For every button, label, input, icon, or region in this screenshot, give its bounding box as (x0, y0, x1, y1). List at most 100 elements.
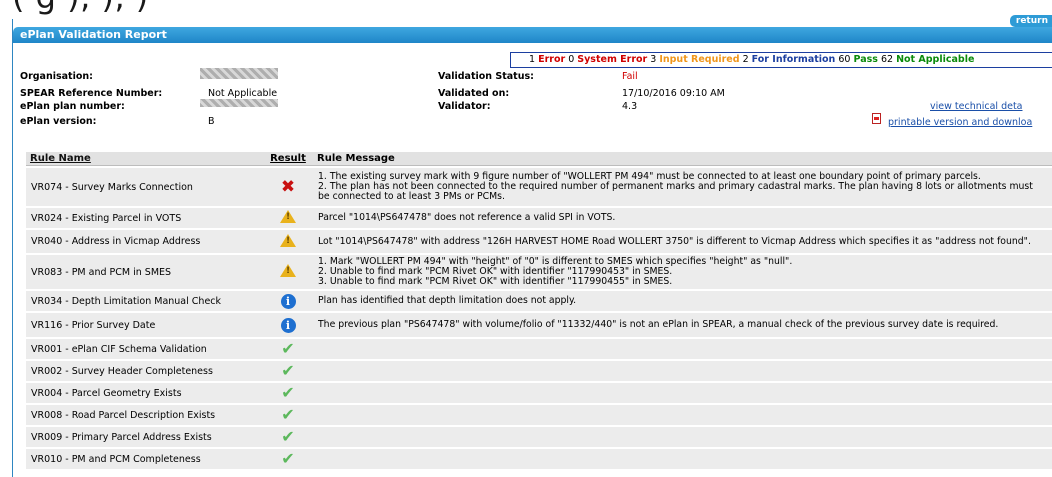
check-icon: ✔ (281, 360, 295, 380)
table-header-row: Rule Name Result Rule Message (26, 152, 1052, 166)
rule-name-header[interactable]: Rule Name (26, 152, 263, 166)
rule-message-cell (313, 361, 1052, 381)
plan-number-label: ePlan plan number: (20, 101, 125, 112)
result-cell: ✔ (263, 339, 313, 359)
rule-name-cell: VR008 - Road Parcel Description Exists (26, 405, 263, 425)
validated-on-value: 17/10/2016 09:10 AM (622, 88, 725, 99)
rule-name-cell: VR083 - PM and PCM in SMES (26, 255, 263, 289)
validation-status-value: Fail (622, 71, 638, 82)
warning-icon (280, 264, 296, 277)
rule-message-header: Rule Message (313, 152, 1052, 166)
organisation-redacted (200, 68, 278, 79)
info-icon: i (280, 317, 296, 333)
rule-message-cell: Plan has identified that depth limitatio… (313, 291, 1052, 311)
result-cell: ✔ (263, 361, 313, 381)
result-cell: ✔ (263, 427, 313, 447)
table-row: VR001 - ePlan CIF Schema Validation ✔ (26, 339, 1052, 359)
report-title-bar: ePlan Validation Report (13, 27, 1052, 43)
result-cell (263, 208, 313, 228)
table-row: VR040 - Address in Vicmap Address Lot "10… (26, 230, 1052, 253)
pass-label: Pass (853, 54, 878, 65)
rule-message-cell: The previous plan "PS647478" with volume… (313, 313, 1052, 337)
check-icon: ✔ (281, 338, 295, 358)
not-applicable-count: 62 (880, 54, 894, 65)
check-icon: ✔ (281, 448, 295, 468)
information-label: For Information (751, 54, 836, 65)
rule-message-cell: 1. Mark "WOLLERT PM 494" with "height" o… (313, 255, 1052, 289)
rule-name-cell: VR010 - PM and PCM Completeness (26, 449, 263, 469)
rule-name-cell: VR002 - Survey Header Completeness (26, 361, 263, 381)
table-row: VR010 - PM and PCM Completeness ✔ (26, 449, 1052, 469)
rules-table-body: VR074 - Survey Marks Connection ✖ 1. The e… (26, 168, 1052, 469)
input-required-label: Input Required (659, 54, 740, 65)
version-label: ePlan version: (20, 116, 97, 127)
rule-name-cell: VR001 - ePlan CIF Schema Validation (26, 339, 263, 359)
check-icon: ✔ (281, 426, 295, 446)
result-cell: ✖ (263, 168, 313, 206)
rule-name-cell: VR004 - Parcel Geometry Exists (26, 383, 263, 403)
view-technical-details-link[interactable]: view technical deta (930, 101, 1023, 112)
error-count: 1 (529, 54, 536, 65)
table-row: VR004 - Parcel Geometry Exists ✔ (26, 383, 1052, 403)
rule-name-cell: VR040 - Address in Vicmap Address (26, 230, 263, 253)
check-icon: ✔ (281, 382, 295, 402)
system-error-label: System Error (577, 54, 648, 65)
rule-name-cell: VR009 - Primary Parcel Address Exists (26, 427, 263, 447)
validated-on-label: Validated on: (438, 88, 510, 99)
rule-message-cell (313, 383, 1052, 403)
version-value: B (208, 116, 215, 127)
spear-reference-value: Not Applicable (208, 88, 278, 99)
result-cell: ✔ (263, 383, 313, 403)
rule-message-cell: Lot "1014\PS647478" with address "126H H… (313, 230, 1052, 253)
rule-message-cell: 1. The existing survey mark with 9 figur… (313, 168, 1052, 206)
return-button[interactable]: return (1009, 15, 1052, 27)
pdf-icon (872, 113, 881, 124)
warning-icon (280, 233, 296, 247)
input-required-count: 3 (650, 54, 657, 65)
validation-summary: 1 Error 0 System Error 3 Input Required … (510, 52, 1052, 68)
rules-table: Rule Name Result Rule Message VR074 - Su… (26, 150, 1052, 471)
result-cell: ✔ (263, 449, 313, 469)
report-frame-border (12, 19, 13, 477)
organisation-label: Organisation: (20, 71, 93, 82)
error-icon: ✖ (280, 176, 296, 197)
not-applicable-label: Not Applicable (896, 54, 975, 65)
table-row: VR002 - Survey Header Completeness ✔ (26, 361, 1052, 381)
check-icon: ✔ (281, 404, 295, 424)
rule-message-cell (313, 339, 1052, 359)
spear-reference-label: SPEAR Reference Number: (20, 88, 163, 99)
table-row: VR008 - Road Parcel Description Exists ✔ (26, 405, 1052, 425)
rule-message-cell: Parcel "1014\PS647478" does not referenc… (313, 208, 1052, 228)
result-cell: ✔ (263, 405, 313, 425)
result-cell: i (263, 291, 313, 311)
system-error-count: 0 (568, 54, 575, 65)
rule-message-cell (313, 427, 1052, 447)
table-row: VR009 - Primary Parcel Address Exists ✔ (26, 427, 1052, 447)
result-header[interactable]: Result (263, 152, 313, 166)
pass-count: 60 (838, 54, 851, 65)
rule-name-cell: VR034 - Depth Limitation Manual Check (26, 291, 263, 311)
validator-label: Validator: (438, 101, 491, 112)
printable-version-link[interactable]: printable version and downloa (888, 117, 1032, 128)
table-row: VR083 - PM and PCM in SMES 1. Mark "WOLLE… (26, 255, 1052, 289)
rule-name-cell: VR024 - Existing Parcel in VOTS (26, 208, 263, 228)
table-row: VR116 - Prior Survey Date i The previous p… (26, 313, 1052, 337)
result-cell: i (263, 313, 313, 337)
rule-message-cell (313, 405, 1052, 425)
table-row: VR074 - Survey Marks Connection ✖ 1. The e… (26, 168, 1052, 206)
information-count: 2 (742, 54, 749, 65)
rule-name-cell: VR074 - Survey Marks Connection (26, 168, 263, 206)
table-row: VR034 - Depth Limitation Manual Check i Pl… (26, 291, 1052, 311)
validation-status-label: Validation Status: (438, 71, 534, 82)
rule-message-cell (313, 449, 1052, 469)
report-title: ePlan Validation Report (20, 28, 167, 41)
info-icon: i (280, 293, 296, 309)
rule-name-cell: VR116 - Prior Survey Date (26, 313, 263, 337)
warning-icon (280, 210, 296, 223)
result-cell (263, 255, 313, 289)
validator-value: 4.3 (622, 101, 638, 112)
table-row: VR024 - Existing Parcel in VOTS Parcel "1… (26, 208, 1052, 228)
error-label: Error (538, 54, 566, 65)
cropped-text-fragment: ( g ), ), ) (12, 0, 149, 16)
plan-number-redacted (200, 99, 278, 107)
